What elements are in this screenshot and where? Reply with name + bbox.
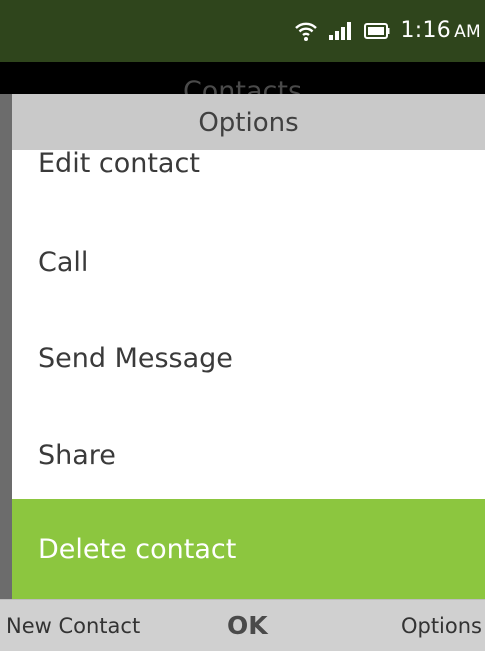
- status-bar: 1:16 AM: [0, 0, 485, 62]
- dialog-left-strip: [0, 94, 12, 599]
- time-text: 1:16: [400, 18, 452, 43]
- options-title: Options: [198, 108, 299, 138]
- status-time: 1:16 AM: [400, 20, 481, 42]
- options-header: Options: [12, 94, 485, 150]
- status-indicators: 1:16 AM: [294, 0, 481, 62]
- softkey-bar: New Contact OK Options: [0, 599, 485, 651]
- softkey-options[interactable]: Options: [401, 614, 482, 638]
- wifi-icon: [294, 20, 318, 42]
- time-ampm: AM: [454, 22, 481, 42]
- screen: 1:16 AM Contacts Options Edit contact Cal…: [0, 0, 485, 651]
- signal-icon: [328, 21, 354, 41]
- app-title: Contacts: [182, 76, 303, 94]
- options-list[interactable]: Edit contact Call Send Message Share Del…: [12, 150, 485, 599]
- battery-icon: [364, 23, 390, 39]
- softkey-new-contact[interactable]: New Contact: [6, 614, 140, 638]
- option-edit-contact[interactable]: Edit contact: [12, 150, 485, 213]
- option-call[interactable]: Call: [12, 212, 485, 312]
- app-header: Contacts: [0, 62, 485, 94]
- option-send-message[interactable]: Send Message: [12, 308, 485, 408]
- option-share[interactable]: Share: [12, 405, 485, 505]
- option-delete-contact[interactable]: Delete contact: [12, 499, 485, 599]
- softkey-ok[interactable]: OK: [227, 611, 268, 640]
